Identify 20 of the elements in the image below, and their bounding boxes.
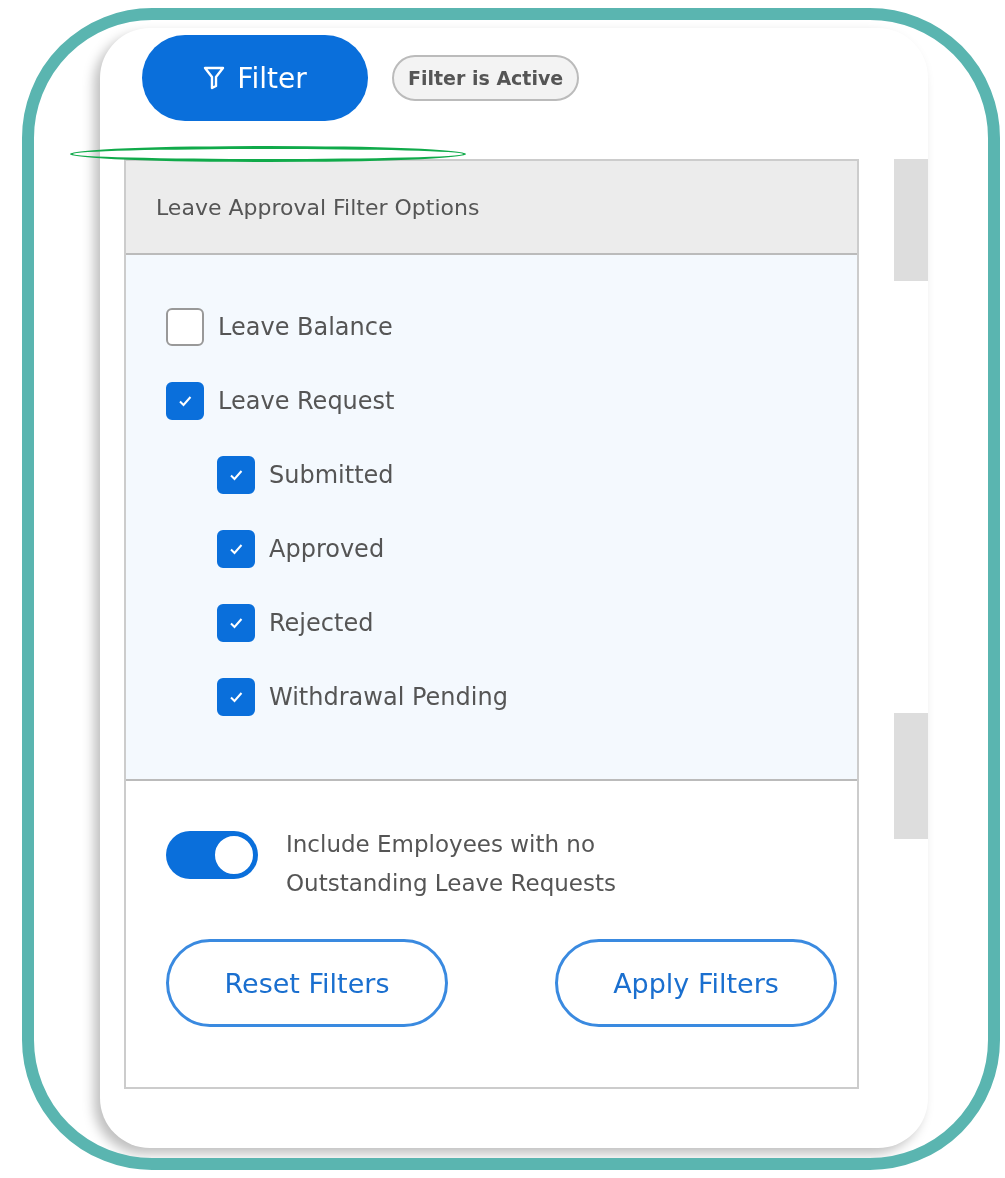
checkbox[interactable] bbox=[166, 382, 204, 420]
option-label: Leave Request bbox=[218, 387, 395, 415]
status-badge: Filter is Active bbox=[392, 55, 580, 101]
filter-button[interactable]: Filter bbox=[142, 35, 368, 121]
checkbox[interactable] bbox=[217, 678, 255, 716]
option-label: Withdrawal Pending bbox=[269, 683, 508, 711]
option-label: Submitted bbox=[269, 461, 394, 489]
checkbox[interactable] bbox=[217, 604, 255, 642]
toggle-switch[interactable] bbox=[166, 831, 258, 879]
filter-action-button[interactable]: Reset Filters bbox=[166, 939, 448, 1027]
option-label: Rejected bbox=[269, 609, 374, 637]
option-label: Leave Balance bbox=[218, 313, 393, 341]
panel-title: Leave Approval Filter Options bbox=[156, 194, 480, 220]
filter-action-button[interactable]: Apply Filters bbox=[555, 939, 837, 1027]
checkbox[interactable] bbox=[217, 456, 255, 494]
toggle-label: Include Employees with no Outstanding Leave Requests bbox=[286, 830, 617, 898]
checkbox[interactable] bbox=[166, 308, 204, 346]
option-label: Approved bbox=[269, 535, 385, 563]
checkbox[interactable] bbox=[217, 530, 255, 568]
filter-icon bbox=[203, 66, 226, 90]
